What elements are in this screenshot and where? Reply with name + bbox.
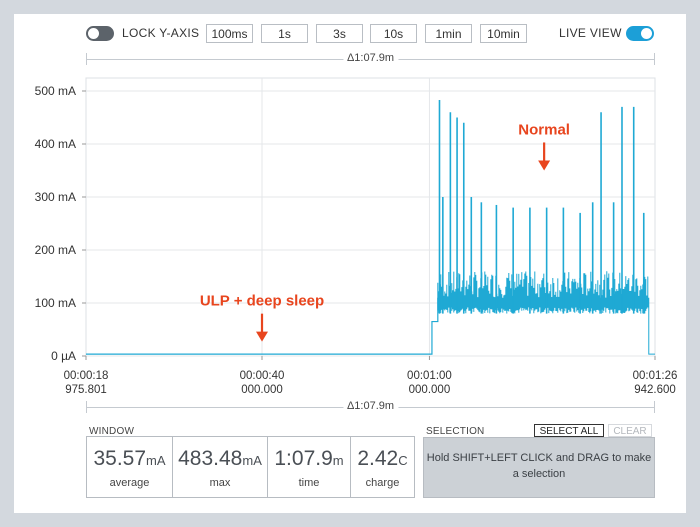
clear-selection-button[interactable]: CLEAR xyxy=(608,424,652,437)
annotation-normal: Normal xyxy=(518,121,570,138)
x-tick-subsecond: 000.000 xyxy=(409,384,451,396)
stat-average-value: 35.57 xyxy=(93,447,147,470)
stat-charge-unit: C xyxy=(398,453,408,468)
stat-time-unit: m xyxy=(332,453,344,468)
stat-max: 483.48mA max xyxy=(172,436,268,498)
stat-charge-value: 2.42 xyxy=(357,447,399,470)
plot-area xyxy=(85,77,656,357)
stat-max-caption: max xyxy=(209,477,231,489)
y-axis-ticks: 500 mA 400 mA 300 mA 200 mA 100 mA 0 µA xyxy=(35,84,86,363)
stat-max-unit: mA xyxy=(242,453,262,468)
x-tick-time: 00:00:18 xyxy=(64,370,109,382)
stat-charge-caption: charge xyxy=(365,477,400,489)
stat-max-value: 483.48 xyxy=(178,447,243,470)
y-tick-label: 0 µA xyxy=(51,349,76,363)
select-all-button[interactable]: SELECT ALL xyxy=(534,424,604,437)
stat-charge: 2.42C charge xyxy=(350,436,415,498)
stat-average-caption: average xyxy=(109,477,150,489)
x-tick-time: 00:01:26 xyxy=(633,370,678,382)
annotation-ulp-deep-sleep: ULP + deep sleep xyxy=(200,293,324,310)
stat-time: 1:07.9m time xyxy=(267,436,351,498)
current-chart[interactable]: 500 mA 400 mA 300 mA 200 mA 100 mA 0 µA 00:00… xyxy=(14,14,686,399)
x-tick-subsecond: 975.801 xyxy=(65,384,107,396)
x-tick-time: 00:00:40 xyxy=(240,370,285,382)
x-tick-time: 00:01:00 xyxy=(407,370,452,382)
selection-hint: Hold SHIFT+LEFT CLICK and DRAG to make a… xyxy=(423,437,655,498)
x-tick-subsecond: 942.600 xyxy=(634,384,676,396)
stat-average: 35.57mA average xyxy=(86,436,173,498)
x-tick-subsecond: 000.000 xyxy=(241,384,283,396)
y-tick-label: 200 mA xyxy=(35,243,76,257)
window-duration-bottom-label: Δ1:07.9m xyxy=(342,400,399,413)
stat-average-unit: mA xyxy=(146,453,166,468)
selection-section-title: SELECTION xyxy=(426,426,485,437)
y-tick-label: 100 mA xyxy=(35,296,76,310)
power-profiler-panel: LOCK Y-AXIS 100ms 1s 3s 10s 1min 10min L… xyxy=(14,14,686,513)
x-axis-ticks: 00:00:18 975.801 00:00:40 000.000 00:01:00 00… xyxy=(64,356,678,396)
y-tick-label: 300 mA xyxy=(35,190,76,204)
y-tick-label: 500 mA xyxy=(35,84,76,98)
y-tick-label: 400 mA xyxy=(35,137,76,151)
window-duration-bottom: Δ1:07.9m xyxy=(86,400,655,413)
stat-time-caption: time xyxy=(298,477,320,489)
stat-time-value: 1:07.9 xyxy=(274,447,333,470)
